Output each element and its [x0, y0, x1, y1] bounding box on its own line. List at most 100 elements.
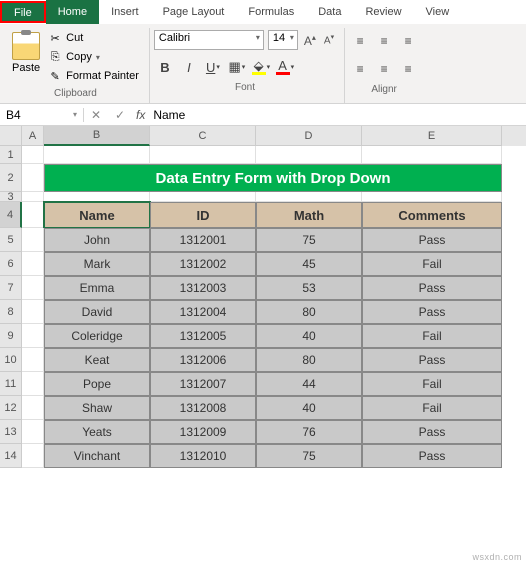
- cell-id[interactable]: 1312002: [150, 252, 256, 276]
- cell-math[interactable]: 75: [256, 444, 362, 468]
- align-bottom-button[interactable]: ≡: [397, 30, 419, 52]
- cell-math[interactable]: 80: [256, 348, 362, 372]
- cell-id[interactable]: 1312009: [150, 420, 256, 444]
- cell-comments[interactable]: Pass: [362, 420, 502, 444]
- row-header[interactable]: 1: [0, 146, 22, 164]
- font-name-combo[interactable]: Calibri: [154, 30, 264, 50]
- cell-comments[interactable]: Pass: [362, 444, 502, 468]
- tab-data[interactable]: Data: [306, 0, 353, 24]
- cell-comments[interactable]: Pass: [362, 228, 502, 252]
- cell-math[interactable]: 75: [256, 228, 362, 252]
- bold-button[interactable]: B: [154, 56, 176, 78]
- cell-name[interactable]: Shaw: [44, 396, 150, 420]
- tab-review[interactable]: Review: [353, 0, 413, 24]
- cell-id[interactable]: 1312008: [150, 396, 256, 420]
- paste-button[interactable]: Paste: [10, 30, 42, 76]
- align-left-button[interactable]: ≡: [349, 58, 371, 80]
- cell-name[interactable]: Pope: [44, 372, 150, 396]
- table-header-name[interactable]: Name: [44, 202, 150, 228]
- align-top-button[interactable]: ≡: [349, 30, 371, 52]
- row-header[interactable]: 7: [0, 276, 22, 300]
- cell-id[interactable]: 1312003: [150, 276, 256, 300]
- table-header-id[interactable]: ID: [150, 202, 256, 228]
- cell-id[interactable]: 1312010: [150, 444, 256, 468]
- cell-comments[interactable]: Pass: [362, 348, 502, 372]
- tab-insert[interactable]: Insert: [99, 0, 151, 24]
- cell-comments[interactable]: Pass: [362, 300, 502, 324]
- cell-comments[interactable]: Fail: [362, 252, 502, 276]
- cell-name[interactable]: Coleridge: [44, 324, 150, 348]
- table-header-math[interactable]: Math: [256, 202, 362, 228]
- underline-button[interactable]: U▾: [202, 56, 224, 78]
- borders-button[interactable]: ▦▾: [226, 56, 248, 78]
- cancel-icon[interactable]: ✕: [88, 108, 104, 122]
- cell-name[interactable]: David: [44, 300, 150, 324]
- cell-name[interactable]: John: [44, 228, 150, 252]
- tab-view[interactable]: View: [414, 0, 462, 24]
- col-header[interactable]: E: [362, 126, 502, 146]
- increase-font-icon[interactable]: A▴: [302, 33, 318, 48]
- cell-math[interactable]: 44: [256, 372, 362, 396]
- font-color-button[interactable]: A▾: [274, 56, 296, 78]
- table-header-comments[interactable]: Comments: [362, 202, 502, 228]
- row-header[interactable]: 13: [0, 420, 22, 444]
- cell-math[interactable]: 76: [256, 420, 362, 444]
- cell-comments[interactable]: Fail: [362, 372, 502, 396]
- select-all-corner[interactable]: [0, 126, 22, 146]
- row-header[interactable]: 2: [0, 164, 22, 192]
- cell-name[interactable]: Vinchant: [44, 444, 150, 468]
- row-header[interactable]: 8: [0, 300, 22, 324]
- cell-math[interactable]: 45: [256, 252, 362, 276]
- align-right-button[interactable]: ≡: [397, 58, 419, 80]
- tab-home[interactable]: Home: [46, 0, 99, 24]
- cell-id[interactable]: 1312007: [150, 372, 256, 396]
- cell-comments[interactable]: Fail: [362, 396, 502, 420]
- name-box[interactable]: B4: [0, 108, 84, 122]
- col-header[interactable]: B: [44, 126, 150, 146]
- row-header[interactable]: 3: [0, 192, 22, 202]
- cut-button[interactable]: ✂ Cut: [46, 30, 141, 46]
- align-center-button[interactable]: ≡: [373, 58, 395, 80]
- row-header[interactable]: 5: [0, 228, 22, 252]
- format-painter-button[interactable]: ✎ Format Painter: [46, 68, 141, 84]
- cell-name[interactable]: Yeats: [44, 420, 150, 444]
- align-middle-button[interactable]: ≡: [373, 30, 395, 52]
- row-header[interactable]: 14: [0, 444, 22, 468]
- italic-button[interactable]: I: [178, 56, 200, 78]
- cell-comments[interactable]: Fail: [362, 324, 502, 348]
- cell-name[interactable]: Mark: [44, 252, 150, 276]
- row-header[interactable]: 6: [0, 252, 22, 276]
- decrease-font-icon[interactable]: A▾: [322, 33, 336, 46]
- cell-name[interactable]: Emma: [44, 276, 150, 300]
- banner-title[interactable]: Data Entry Form with Drop Down: [44, 164, 502, 192]
- cells-area[interactable]: Data Entry Form with Drop Down Name ID M…: [22, 146, 526, 468]
- formula-input[interactable]: Name: [153, 108, 522, 122]
- cell-math[interactable]: 80: [256, 300, 362, 324]
- cell-comments[interactable]: Pass: [362, 276, 502, 300]
- tab-page-layout[interactable]: Page Layout: [151, 0, 237, 24]
- row-header[interactable]: 4: [0, 202, 22, 228]
- copy-button[interactable]: ⎘ Copy ▾: [46, 49, 141, 65]
- row-header[interactable]: 12: [0, 396, 22, 420]
- row-header[interactable]: 11: [0, 372, 22, 396]
- row-header[interactable]: 9: [0, 324, 22, 348]
- cell-id[interactable]: 1312004: [150, 300, 256, 324]
- cell-math[interactable]: 40: [256, 396, 362, 420]
- fill-color-button[interactable]: ⬙▾: [250, 56, 272, 78]
- enter-icon[interactable]: ✓: [112, 108, 128, 122]
- cell-math[interactable]: 53: [256, 276, 362, 300]
- cell-id[interactable]: 1312005: [150, 324, 256, 348]
- fx-icon[interactable]: fx: [136, 108, 145, 122]
- cell-name[interactable]: Keat: [44, 348, 150, 372]
- font-size-combo[interactable]: 14: [268, 30, 298, 50]
- col-header[interactable]: A: [22, 126, 44, 146]
- tab-file[interactable]: File: [0, 1, 46, 23]
- col-header[interactable]: D: [256, 126, 362, 146]
- cell-id[interactable]: 1312006: [150, 348, 256, 372]
- col-header[interactable]: C: [150, 126, 256, 146]
- tab-formulas[interactable]: Formulas: [236, 0, 306, 24]
- cell-math[interactable]: 40: [256, 324, 362, 348]
- cell-id[interactable]: 1312001: [150, 228, 256, 252]
- row-header[interactable]: 10: [0, 348, 22, 372]
- paintbrush-icon: ✎: [48, 69, 62, 83]
